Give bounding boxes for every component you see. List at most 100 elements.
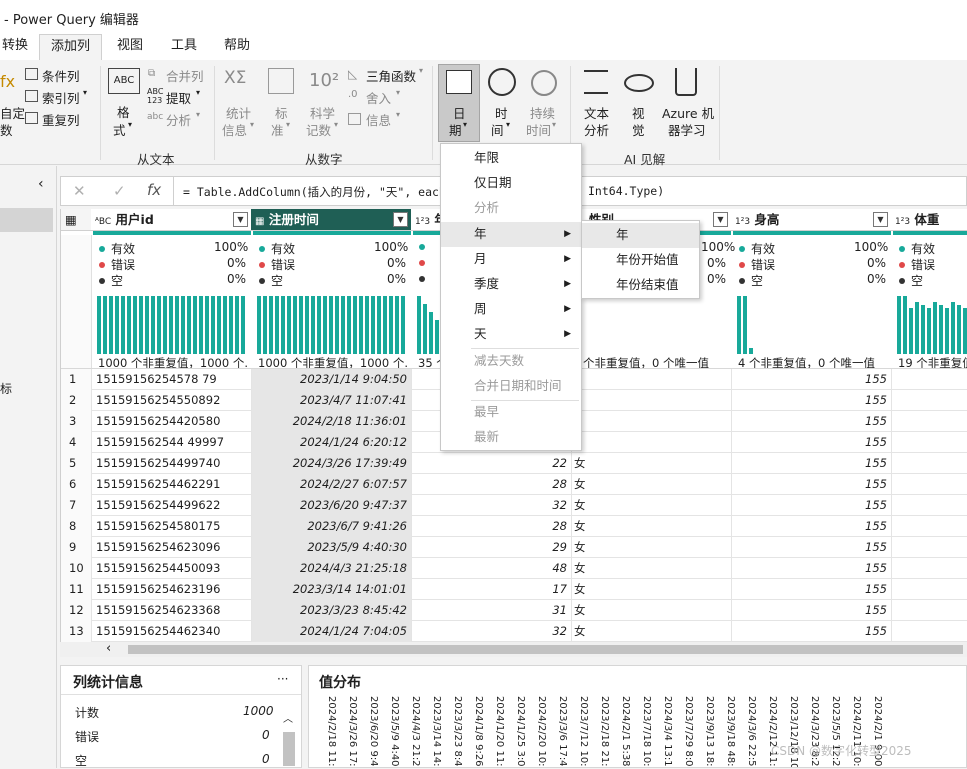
- cell-user-id[interactable]: 15159156254499622: [92, 495, 252, 516]
- extract-button[interactable]: 提取: [166, 88, 191, 107]
- more-options-icon[interactable]: ···: [277, 672, 288, 686]
- cell-gender[interactable]: 女: [572, 621, 732, 642]
- trigonometry-button[interactable]: 三角函数: [366, 66, 416, 85]
- submenu-item-year-end[interactable]: 年份结束值: [582, 273, 699, 298]
- cell-gender[interactable]: [572, 432, 732, 453]
- column-header-weight[interactable]: 1²3 体重: [891, 209, 967, 231]
- scroll-thumb[interactable]: [128, 645, 963, 654]
- cell-weight[interactable]: [892, 621, 967, 642]
- cell-gender[interactable]: 女: [572, 453, 732, 474]
- cell-register-time[interactable]: 2024/2/27 6:07:57: [252, 474, 412, 495]
- tab-tools[interactable]: 工具: [162, 34, 206, 60]
- cell-gender[interactable]: 女: [572, 495, 732, 516]
- cell-user-id[interactable]: 15159156254580175: [92, 516, 252, 537]
- cell-user-id[interactable]: 15159156254623096: [92, 537, 252, 558]
- row-number[interactable]: 7: [61, 495, 92, 516]
- cell-year[interactable]: 28: [412, 474, 572, 495]
- cell-year[interactable]: 48: [412, 558, 572, 579]
- column-filter-icon[interactable]: ▼: [233, 212, 248, 227]
- cell-register-time[interactable]: 2024/1/24 6:20:12: [252, 432, 412, 453]
- cell-gender[interactable]: [572, 390, 732, 411]
- column-filter-icon[interactable]: ▼: [873, 212, 888, 227]
- cell-register-time[interactable]: 2024/1/24 7:04:05: [252, 621, 412, 642]
- commit-icon[interactable]: ✓: [113, 182, 126, 200]
- row-number[interactable]: 4: [61, 432, 92, 453]
- cell-gender[interactable]: 女: [572, 474, 732, 495]
- stats-scroll-thumb[interactable]: [283, 732, 295, 766]
- row-number[interactable]: 13: [61, 621, 92, 642]
- cell-user-id[interactable]: 15159156254623368: [92, 600, 252, 621]
- cell-height[interactable]: 155: [732, 579, 892, 600]
- cell-weight[interactable]: [892, 579, 967, 600]
- scroll-up-icon[interactable]: ︿: [283, 710, 293, 725]
- row-number[interactable]: 5: [61, 453, 92, 474]
- information-button[interactable]: 信息: [366, 110, 391, 129]
- cell-year[interactable]: 32: [412, 621, 572, 642]
- row-number[interactable]: 1: [61, 369, 92, 390]
- cell-year[interactable]: 17: [412, 579, 572, 600]
- menu-item-year[interactable]: 年 ▶: [441, 222, 581, 247]
- cell-register-time[interactable]: 2023/6/20 9:47:37: [252, 495, 412, 516]
- cell-register-time[interactable]: 2023/1/14 9:04:50: [252, 369, 412, 390]
- conditional-column-button[interactable]: 条件列: [42, 66, 80, 85]
- tab-view[interactable]: 视图: [108, 34, 152, 60]
- parse-button[interactable]: 分析: [166, 110, 191, 129]
- cell-weight[interactable]: [892, 453, 967, 474]
- formula-text[interactable]: = Table.AddColumn(插入的月份, "天", each: [183, 184, 446, 200]
- cell-height[interactable]: 155: [732, 474, 892, 495]
- cell-user-id[interactable]: 151591562544 49997: [92, 432, 252, 453]
- cell-gender[interactable]: 女: [572, 558, 732, 579]
- cell-height[interactable]: 155: [732, 495, 892, 516]
- collapse-chevron-icon[interactable]: ‹: [38, 176, 44, 192]
- cell-height[interactable]: 155: [732, 369, 892, 390]
- horizontal-scrollbar[interactable]: ‹: [60, 641, 967, 657]
- cell-weight[interactable]: [892, 474, 967, 495]
- cell-gender[interactable]: [572, 369, 732, 390]
- rounding-button[interactable]: 舍入: [366, 88, 391, 107]
- menu-item-earliest[interactable]: 最早: [441, 400, 581, 425]
- menu-item-parse[interactable]: 分析: [441, 196, 581, 221]
- cell-gender[interactable]: 女: [572, 537, 732, 558]
- cell-year[interactable]: 22: [412, 453, 572, 474]
- scroll-left-icon[interactable]: ‹: [106, 641, 111, 656]
- menu-item-quarter[interactable]: 季度 ▶: [441, 272, 581, 297]
- cell-register-time[interactable]: 2024/2/18 11:36:01: [252, 411, 412, 432]
- row-number[interactable]: 3: [61, 411, 92, 432]
- merge-columns-button[interactable]: 合并列: [166, 66, 204, 85]
- menu-item-day[interactable]: 天 ▶: [441, 322, 581, 347]
- cell-year[interactable]: 32: [412, 495, 572, 516]
- row-number[interactable]: 2: [61, 390, 92, 411]
- row-number[interactable]: 9: [61, 537, 92, 558]
- cell-user-id[interactable]: 15159156254420580: [92, 411, 252, 432]
- cell-weight[interactable]: [892, 537, 967, 558]
- cell-height[interactable]: 155: [732, 600, 892, 621]
- menu-item-week[interactable]: 周 ▶: [441, 297, 581, 322]
- cell-user-id[interactable]: 15159156254499740: [92, 453, 252, 474]
- row-number[interactable]: 12: [61, 600, 92, 621]
- query-item-selected[interactable]: [0, 208, 53, 232]
- tab-help[interactable]: 帮助: [215, 34, 259, 60]
- cell-register-time[interactable]: 2023/4/7 11:07:41: [252, 390, 412, 411]
- cell-weight[interactable]: [892, 558, 967, 579]
- menu-item-age[interactable]: 年限: [441, 146, 581, 171]
- cell-weight[interactable]: [892, 432, 967, 453]
- row-number[interactable]: 6: [61, 474, 92, 495]
- cell-register-time[interactable]: 2023/3/23 8:45:42: [252, 600, 412, 621]
- cell-year[interactable]: 29: [412, 537, 572, 558]
- cell-height[interactable]: 155: [732, 558, 892, 579]
- cancel-icon[interactable]: ✕: [73, 182, 86, 200]
- cell-user-id[interactable]: 15159156254578 79: [92, 369, 252, 390]
- cell-weight[interactable]: [892, 369, 967, 390]
- menu-item-date-only[interactable]: 仅日期: [441, 171, 581, 196]
- format-button[interactable]: 格: [117, 102, 130, 121]
- cell-height[interactable]: 155: [732, 621, 892, 642]
- column-filter-icon[interactable]: ▼: [713, 212, 728, 227]
- menu-item-month[interactable]: 月 ▶: [441, 247, 581, 272]
- index-column-button[interactable]: 索引列: [42, 88, 80, 107]
- column-header-height[interactable]: 1²3 身高 ▼: [731, 209, 892, 231]
- cell-user-id[interactable]: 15159156254462340: [92, 621, 252, 642]
- column-header-user-id[interactable]: ᴬBC 用户id ▼: [91, 209, 252, 231]
- cell-height[interactable]: 155: [732, 411, 892, 432]
- cell-user-id[interactable]: 15159156254462291: [92, 474, 252, 495]
- menu-item-combine-date-time[interactable]: 合并日期和时间: [441, 374, 581, 399]
